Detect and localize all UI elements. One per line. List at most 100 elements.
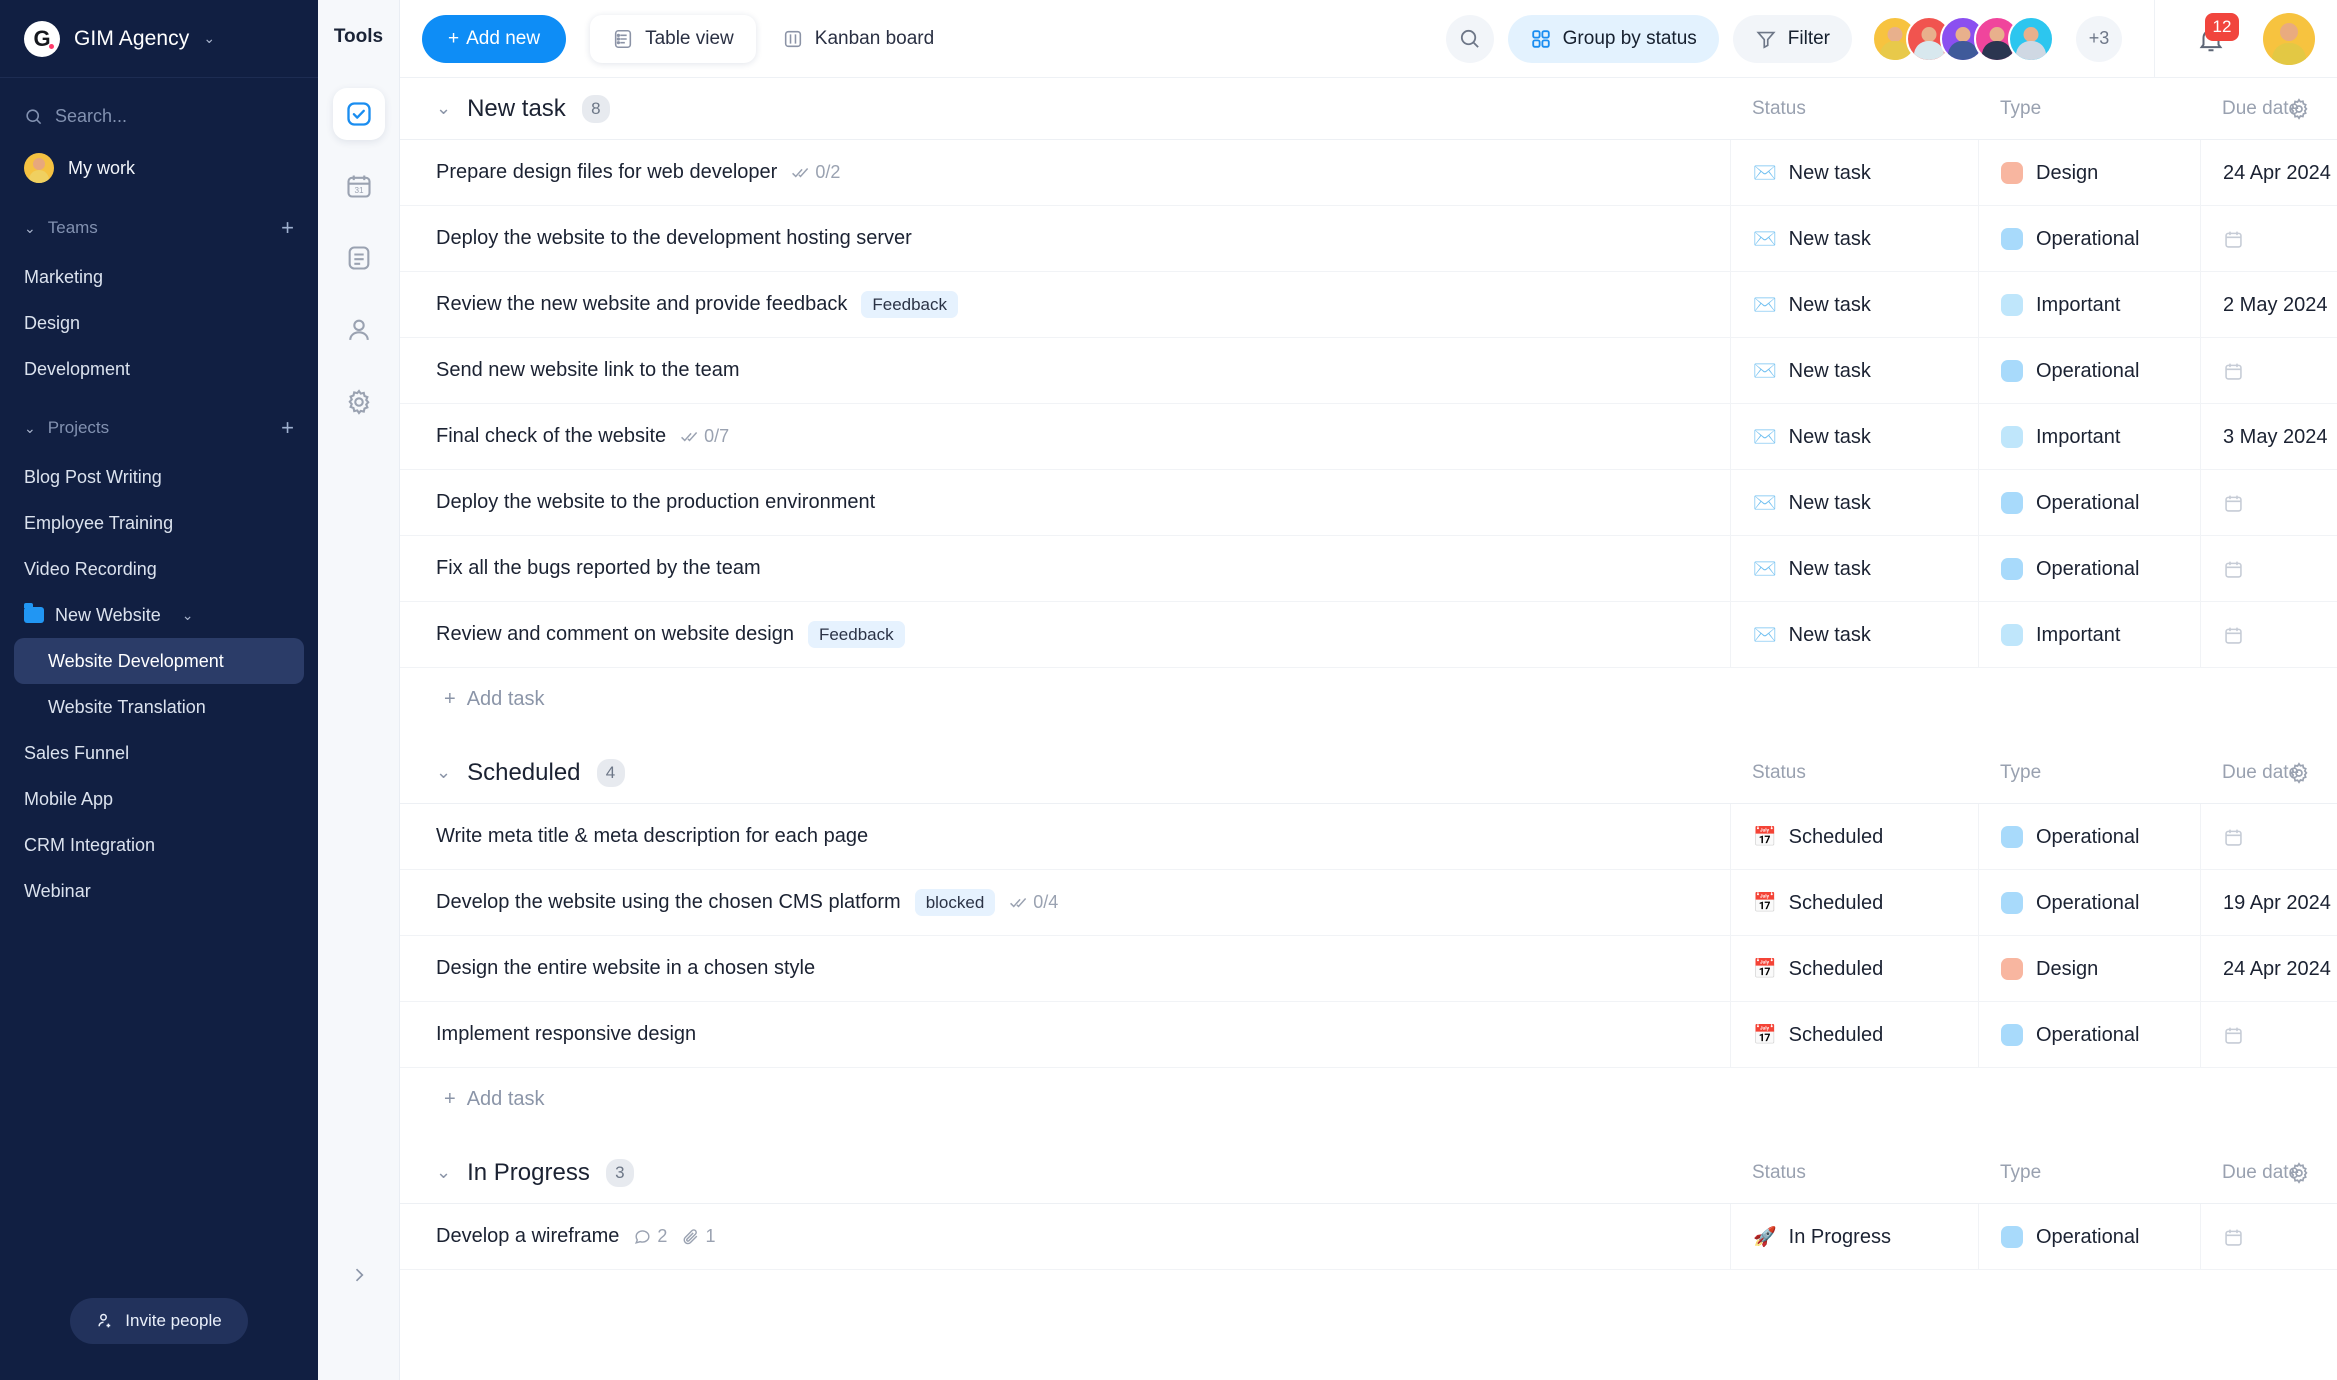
rail-item-calendar[interactable]: 31: [333, 160, 385, 212]
sidebar-item-blog-post-writing[interactable]: Blog Post Writing: [0, 454, 318, 500]
task-title-cell[interactable]: Deploy the website to the production env…: [400, 491, 1730, 514]
section-collapse-chevron[interactable]: ⌄: [436, 98, 451, 119]
sidebar-item-my-work[interactable]: My work: [0, 144, 318, 192]
calendar-empty-icon[interactable]: [2223, 493, 2244, 514]
current-user-avatar[interactable]: [2263, 12, 2315, 65]
task-due-date-cell[interactable]: [2200, 1204, 2337, 1270]
task-status-cell[interactable]: ✉️ New task: [1730, 470, 1978, 536]
add-task-button[interactable]: + Add task: [400, 1068, 2337, 1130]
table-row[interactable]: Prepare design files for web developer 0/…: [400, 140, 2337, 206]
task-type-cell[interactable]: Operational: [1978, 804, 2200, 870]
sidebar-item-website-translation[interactable]: Website Translation: [0, 684, 318, 730]
task-title-cell[interactable]: Develop the website using the chosen CMS…: [400, 889, 1730, 916]
sidebar-item-mobile-app[interactable]: Mobile App: [0, 776, 318, 822]
task-title-cell[interactable]: Deploy the website to the development ho…: [400, 227, 1730, 250]
sidebar-item-new-website[interactable]: New Website ⌄: [0, 592, 318, 638]
task-status-cell[interactable]: 🚀 In Progress: [1730, 1204, 1978, 1270]
task-status-cell[interactable]: ✉️ New task: [1730, 140, 1978, 206]
sidebar-group-projects[interactable]: ⌄ Projects +: [0, 402, 318, 454]
workspace-switcher[interactable]: G GIM Agency ⌄: [0, 0, 318, 78]
column-settings-button[interactable]: [2287, 761, 2311, 785]
notifications-button[interactable]: 12: [2185, 12, 2239, 65]
task-title-cell[interactable]: Develop a wireframe 2 1: [400, 1225, 1730, 1248]
sidebar-item-design[interactable]: Design: [0, 300, 318, 346]
add-new-button[interactable]: + Add new: [422, 14, 567, 63]
task-title-cell[interactable]: Fix all the bugs reported by the team: [400, 557, 1730, 580]
table-row[interactable]: Write meta title & meta description for …: [400, 804, 2337, 870]
task-type-cell[interactable]: Operational: [1978, 206, 2200, 272]
table-row[interactable]: Develop the website using the chosen CMS…: [400, 870, 2337, 936]
table-row[interactable]: Review the new website and provide feedb…: [400, 272, 2337, 338]
table-row[interactable]: Review and comment on website design Feed…: [400, 602, 2337, 668]
member-avatar[interactable]: [2008, 15, 2054, 62]
rail-expand-button[interactable]: [342, 1258, 376, 1292]
avatar-overflow-count[interactable]: +3: [2076, 15, 2122, 62]
task-status-cell[interactable]: 📅 Scheduled: [1730, 936, 1978, 1002]
sidebar-item-marketing[interactable]: Marketing: [0, 254, 318, 300]
sidebar-item-website-development[interactable]: Website Development: [14, 638, 304, 684]
sidebar-item-webinar[interactable]: Webinar: [0, 868, 318, 914]
table-row[interactable]: Deploy the website to the development ho…: [400, 206, 2337, 272]
task-title-cell[interactable]: Final check of the website 0/7: [400, 425, 1730, 448]
rail-item-settings[interactable]: [333, 376, 385, 428]
calendar-empty-icon[interactable]: [2223, 1025, 2244, 1046]
calendar-empty-icon[interactable]: [2223, 625, 2244, 646]
task-type-cell[interactable]: Operational: [1978, 470, 2200, 536]
sidebar-item-sales-funnel[interactable]: Sales Funnel: [0, 730, 318, 776]
add-team-button[interactable]: +: [281, 217, 294, 239]
section-collapse-chevron[interactable]: ⌄: [436, 1162, 451, 1183]
calendar-empty-icon[interactable]: [2223, 559, 2244, 580]
task-due-date-cell[interactable]: [2200, 536, 2337, 602]
sidebar-group-teams[interactable]: ⌄ Teams +: [0, 202, 318, 254]
task-due-date-cell[interactable]: 2 May 2024: [2200, 272, 2337, 338]
tab-kanban-board[interactable]: Kanban board: [760, 15, 956, 63]
task-status-cell[interactable]: 📅 Scheduled: [1730, 870, 1978, 936]
task-title-cell[interactable]: Implement responsive design: [400, 1023, 1730, 1046]
task-tag[interactable]: Feedback: [861, 291, 959, 318]
sidebar-item-crm-integration[interactable]: CRM Integration: [0, 822, 318, 868]
task-due-date-cell[interactable]: [2200, 804, 2337, 870]
table-row[interactable]: Implement responsive design 📅 Scheduled Ope…: [400, 1002, 2337, 1068]
task-due-date-cell[interactable]: [2200, 470, 2337, 536]
task-due-date-cell[interactable]: [2200, 1002, 2337, 1068]
search-button[interactable]: [1445, 14, 1494, 63]
calendar-empty-icon[interactable]: [2223, 229, 2244, 250]
rail-item-people[interactable]: [333, 304, 385, 356]
table-row[interactable]: Fix all the bugs reported by the team ✉️ N…: [400, 536, 2337, 602]
task-status-cell[interactable]: 📅 Scheduled: [1730, 804, 1978, 870]
task-status-cell[interactable]: ✉️ New task: [1730, 536, 1978, 602]
task-type-cell[interactable]: Operational: [1978, 338, 2200, 404]
task-tag[interactable]: blocked: [914, 889, 996, 916]
task-title-cell[interactable]: Send new website link to the team: [400, 359, 1730, 382]
rail-item-document[interactable]: [333, 232, 385, 284]
task-type-cell[interactable]: Important: [1978, 272, 2200, 338]
task-tag[interactable]: Feedback: [807, 621, 905, 648]
sidebar-search[interactable]: Search...: [0, 88, 318, 144]
group-by-status-button[interactable]: Group by status: [1507, 14, 1719, 63]
task-due-date-cell[interactable]: 24 Apr 2024: [2200, 140, 2337, 206]
task-type-cell[interactable]: Important: [1978, 404, 2200, 470]
task-due-date-cell[interactable]: [2200, 206, 2337, 272]
table-row[interactable]: Develop a wireframe 2 1 🚀 In Progress Operati…: [400, 1204, 2337, 1270]
table-row[interactable]: Final check of the website 0/7 ✉️ New task I…: [400, 404, 2337, 470]
task-due-date-cell[interactable]: 19 Apr 2024: [2200, 870, 2337, 936]
task-type-cell[interactable]: Operational: [1978, 870, 2200, 936]
filter-button[interactable]: Filter: [1732, 14, 1852, 63]
table-row[interactable]: Deploy the website to the production env…: [400, 470, 2337, 536]
task-due-date-cell[interactable]: [2200, 338, 2337, 404]
task-status-cell[interactable]: ✉️ New task: [1730, 602, 1978, 668]
task-title-cell[interactable]: Review and comment on website design Feed…: [400, 621, 1730, 648]
calendar-empty-icon[interactable]: [2223, 827, 2244, 848]
add-task-button[interactable]: + Add task: [400, 668, 2337, 730]
task-status-cell[interactable]: ✉️ New task: [1730, 272, 1978, 338]
task-due-date-cell[interactable]: [2200, 602, 2337, 668]
member-avatar-stack[interactable]: [1872, 15, 2054, 62]
task-type-cell[interactable]: Operational: [1978, 536, 2200, 602]
column-settings-button[interactable]: [2287, 1161, 2311, 1185]
sidebar-item-employee-training[interactable]: Employee Training: [0, 500, 318, 546]
task-status-cell[interactable]: ✉️ New task: [1730, 206, 1978, 272]
task-due-date-cell[interactable]: 3 May 2024: [2200, 404, 2337, 470]
task-type-cell[interactable]: Design: [1978, 140, 2200, 206]
sidebar-item-video-recording[interactable]: Video Recording: [0, 546, 318, 592]
tab-table-view[interactable]: Table view: [590, 14, 756, 63]
